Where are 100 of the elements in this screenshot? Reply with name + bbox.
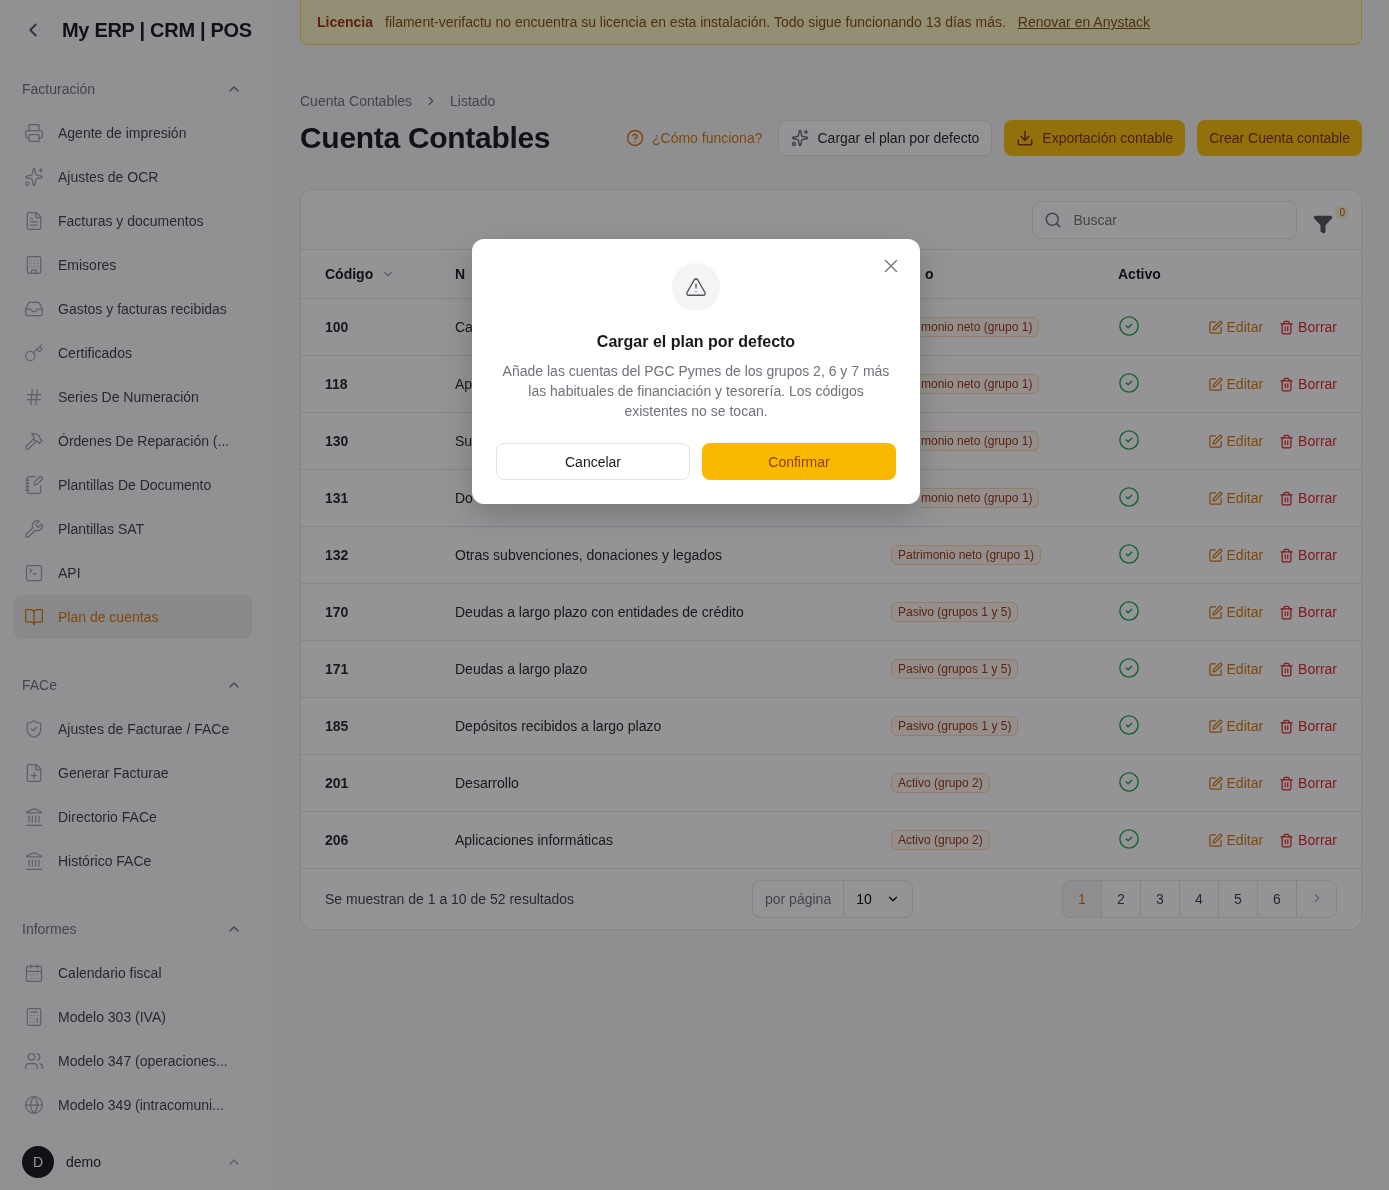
- delete-link[interactable]: Borrar: [1279, 376, 1337, 392]
- confirm-button[interactable]: Confirmar: [702, 443, 896, 480]
- edit-link[interactable]: Editar: [1207, 490, 1264, 506]
- building-icon: [24, 255, 44, 275]
- name-cell: Desarrollo: [455, 775, 519, 791]
- edit-link[interactable]: Editar: [1207, 319, 1264, 335]
- header-button[interactable]: Exportación contable: [1004, 120, 1186, 156]
- breadcrumb-link[interactable]: Listado: [450, 93, 496, 109]
- user-menu[interactable]: D demo: [14, 1134, 252, 1190]
- code-cell: 100: [325, 319, 349, 335]
- delete-link[interactable]: Borrar: [1279, 547, 1337, 563]
- per-page-select[interactable]: por página 10: [752, 880, 913, 918]
- edit-link[interactable]: Editar: [1207, 604, 1264, 620]
- trash-icon: [1279, 319, 1295, 335]
- inbox-icon: [24, 299, 44, 319]
- calculator-icon: [24, 1007, 44, 1027]
- sidebar-item[interactable]: Histórico FACe: [14, 839, 252, 883]
- breadcrumb-link[interactable]: Cuenta Contables: [300, 93, 413, 109]
- column-header[interactable]: Activo: [1118, 266, 1161, 282]
- trash-icon: [1279, 604, 1295, 620]
- sidebar-item[interactable]: Agente de impresión: [14, 111, 252, 155]
- column-header[interactable]: Código: [325, 266, 396, 282]
- name-cell: Deudas a largo plazo: [455, 661, 588, 677]
- delete-link[interactable]: Borrar: [1279, 319, 1337, 335]
- edit-link[interactable]: Editar: [1207, 661, 1264, 677]
- printer-icon: [24, 123, 44, 143]
- sidebar-item[interactable]: Series De Numeración: [14, 375, 252, 419]
- people-icon: [24, 1051, 44, 1071]
- sidebar-item[interactable]: Modelo 347 (operaciones...: [14, 1039, 252, 1083]
- sidebar-section-header[interactable]: FACe: [14, 663, 252, 707]
- edit-link[interactable]: Editar: [1207, 547, 1264, 563]
- code-cell: 171: [325, 661, 349, 677]
- edit-link[interactable]: Editar: [1207, 433, 1264, 449]
- user-avatar: D: [22, 1146, 54, 1178]
- name-cell: Aplicaciones informáticas: [455, 832, 613, 848]
- type-badge: Pasivo (grupos 1 y 5): [891, 602, 1019, 622]
- name-cell: Ap: [455, 376, 473, 392]
- dialog-title: Cargar el plan por defecto: [596, 333, 796, 351]
- trash-icon: [1279, 661, 1295, 677]
- trash-icon: [1279, 718, 1295, 734]
- hammer-icon: [24, 431, 44, 451]
- sidebar-item[interactable]: Gastos y facturas recibidas: [14, 287, 252, 331]
- edit-icon: [1207, 376, 1223, 392]
- bank-icon: [24, 807, 44, 827]
- delete-link[interactable]: Borrar: [1279, 604, 1337, 620]
- header-button[interactable]: Crear Cuenta contable: [1197, 120, 1362, 156]
- name-cell: Otras subvenciones, donaciones y legados: [455, 547, 722, 563]
- name-cell: Depósitos recibidos a largo plazo: [455, 718, 662, 734]
- delete-link[interactable]: Borrar: [1279, 661, 1337, 677]
- trash-icon: [1279, 547, 1295, 563]
- banner-title: Licencia: [317, 14, 374, 30]
- sidebar-item[interactable]: Ajustes de Facturae / FACe: [14, 707, 252, 751]
- sidebar-section-header[interactable]: Facturación: [14, 67, 252, 111]
- sidebar-item[interactable]: Calendario fiscal: [14, 951, 252, 995]
- name-cell: Do: [455, 490, 473, 506]
- type-badge: monio neto (grupo 1): [921, 488, 1040, 508]
- sidebar-item[interactable]: Ajustes de OCR: [14, 155, 252, 199]
- sidebar-item[interactable]: Facturas y documentos: [14, 199, 252, 243]
- sidebar-item[interactable]: Directorio FACe: [14, 795, 252, 839]
- code-cell: 118: [325, 376, 348, 392]
- sidebar-item[interactable]: Plantillas SAT: [14, 507, 252, 551]
- warning-icon: [672, 263, 720, 311]
- edit-link[interactable]: Editar: [1207, 718, 1264, 734]
- sidebar-item[interactable]: Órdenes De Reparación (...: [14, 419, 252, 463]
- sidebar-item[interactable]: Emisores: [14, 243, 252, 287]
- edit-icon: [1207, 718, 1223, 734]
- trash-icon: [1279, 832, 1295, 848]
- column-header[interactable]: N: [455, 266, 466, 282]
- renew-link[interactable]: Renovar en Anystack: [1017, 14, 1151, 30]
- edit-link[interactable]: Editar: [1207, 832, 1264, 848]
- user-name: demo: [66, 1154, 103, 1170]
- delete-link[interactable]: Borrar: [1279, 718, 1337, 734]
- code-cell: 131: [325, 490, 349, 506]
- sidebar-item[interactable]: Certificados: [14, 331, 252, 375]
- sidebar-item[interactable]: Modelo 349 (intracomuni...: [14, 1083, 252, 1127]
- edit-link[interactable]: Editar: [1207, 376, 1264, 392]
- filter-count: 0: [1335, 205, 1349, 219]
- type-badge: Activo (grupo 2): [891, 830, 990, 850]
- sidebar-section-header[interactable]: Informes: [14, 907, 252, 951]
- cancel-button[interactable]: Cancelar: [496, 443, 690, 480]
- per-page-label: por página: [753, 881, 845, 917]
- document-icon: [24, 211, 44, 231]
- trash-icon: [1279, 490, 1295, 506]
- edit-link[interactable]: Editar: [1207, 775, 1264, 791]
- sidebar-item[interactable]: Plantillas De Documento: [14, 463, 252, 507]
- help-link[interactable]: ¿Cómo funciona?: [621, 120, 767, 156]
- per-page-value[interactable]: 10: [844, 891, 912, 907]
- column-header[interactable]: o: [891, 266, 934, 282]
- search-field[interactable]: Buscar: [1032, 200, 1298, 239]
- delete-link[interactable]: Borrar: [1279, 490, 1337, 506]
- filter-button[interactable]: [1313, 213, 1334, 234]
- file-plus-icon: [24, 763, 44, 783]
- type-badge: monio neto (grupo 1): [921, 431, 1040, 451]
- delete-link[interactable]: Borrar: [1279, 775, 1337, 791]
- sidebar-item[interactable]: API: [14, 551, 252, 595]
- sidebar-item[interactable]: Generar Facturae: [14, 751, 252, 795]
- sidebar-item[interactable]: Modelo 303 (IVA): [14, 995, 252, 1039]
- delete-link[interactable]: Borrar: [1279, 832, 1337, 848]
- delete-link[interactable]: Borrar: [1279, 433, 1337, 449]
- header-button[interactable]: Cargar el plan por defecto: [778, 120, 993, 156]
